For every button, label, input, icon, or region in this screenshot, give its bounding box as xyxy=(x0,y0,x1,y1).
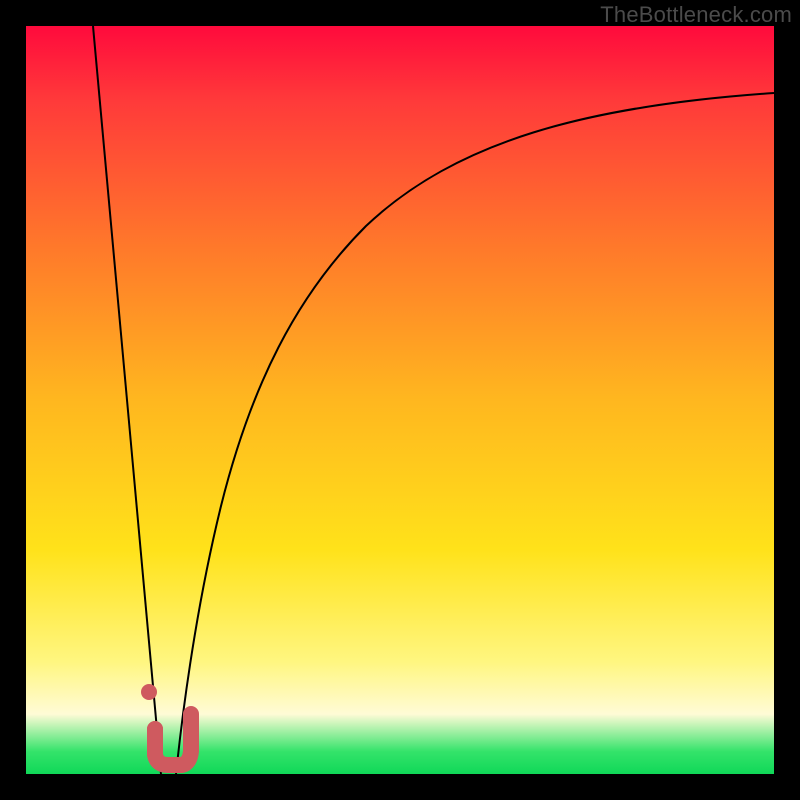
marker-dot-upper xyxy=(141,684,157,700)
left-steep-line xyxy=(93,26,161,774)
chart-frame: TheBottleneck.com xyxy=(0,0,800,800)
curve-layer xyxy=(26,26,774,774)
marker-j-stroke xyxy=(155,714,191,765)
plot-area xyxy=(26,26,774,774)
right-saturating-curve xyxy=(176,93,774,774)
watermark-text: TheBottleneck.com xyxy=(600,2,792,28)
